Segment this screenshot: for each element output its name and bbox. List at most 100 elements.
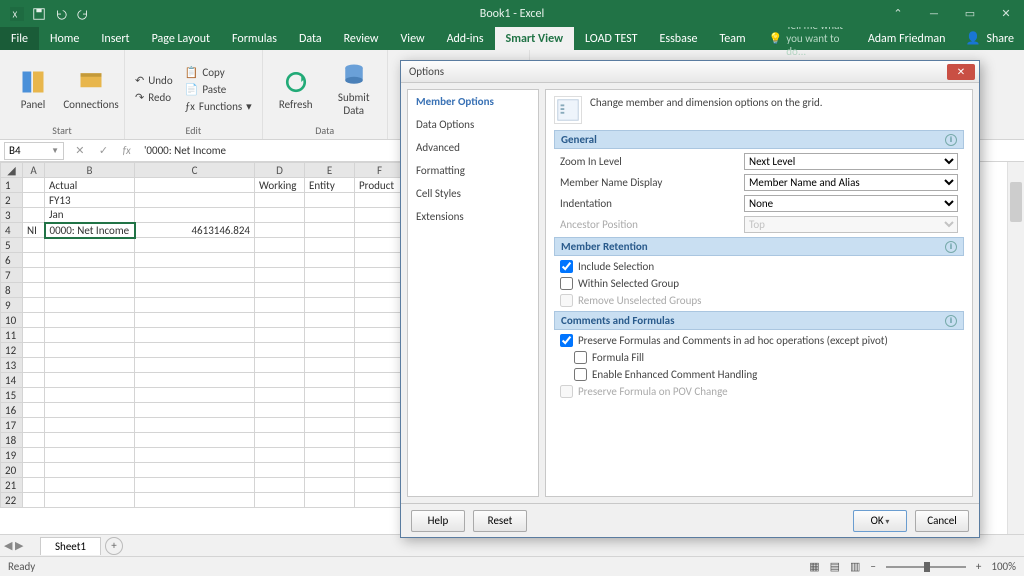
enhanced-comment-checkbox[interactable] — [574, 368, 587, 381]
tab-team[interactable]: Team — [708, 27, 756, 50]
row-header[interactable]: 7 — [1, 268, 23, 283]
cell[interactable] — [305, 418, 355, 433]
tab-smart-view[interactable]: Smart View — [495, 27, 574, 50]
tab-view[interactable]: View — [390, 27, 436, 50]
undo-icon[interactable] — [54, 7, 68, 21]
paste-button[interactable]: 📄Paste — [181, 82, 256, 97]
tab-insert[interactable]: Insert — [90, 27, 140, 50]
col-header[interactable]: A — [23, 163, 45, 178]
cell[interactable] — [23, 268, 45, 283]
cell[interactable] — [45, 358, 135, 373]
cell[interactable] — [305, 268, 355, 283]
row-header[interactable]: 4 — [1, 223, 23, 238]
cell[interactable]: NI — [23, 223, 45, 238]
member-display-select[interactable]: Member Name and Alias — [744, 174, 958, 191]
active-cell[interactable]: 0000: Net Income — [45, 223, 135, 238]
nav-cell-styles[interactable]: Cell Styles — [408, 182, 538, 205]
row-header[interactable]: 14 — [1, 373, 23, 388]
cell[interactable] — [135, 373, 255, 388]
cell[interactable] — [135, 283, 255, 298]
cell[interactable] — [355, 433, 405, 448]
cell[interactable] — [135, 328, 255, 343]
copy-button[interactable]: 📋Copy — [181, 65, 256, 80]
within-group-checkbox[interactable] — [560, 277, 573, 290]
cell[interactable] — [255, 313, 305, 328]
indentation-select[interactable]: None — [744, 195, 958, 212]
nav-formatting[interactable]: Formatting — [408, 159, 538, 182]
cell[interactable] — [255, 268, 305, 283]
cell[interactable] — [305, 193, 355, 208]
cell[interactable] — [23, 328, 45, 343]
row-header[interactable]: 15 — [1, 388, 23, 403]
cell[interactable] — [305, 298, 355, 313]
redo-icon[interactable] — [76, 7, 90, 21]
row-header[interactable]: 1 — [1, 178, 23, 193]
cell[interactable] — [255, 433, 305, 448]
share-button[interactable]: 👤Share — [955, 27, 1024, 50]
cell[interactable] — [255, 328, 305, 343]
nav-extensions[interactable]: Extensions — [408, 205, 538, 228]
cell[interactable]: Product — [355, 178, 405, 193]
dialog-titlebar[interactable]: Options ✕ — [401, 61, 979, 83]
save-icon[interactable] — [32, 7, 46, 21]
cell[interactable] — [305, 478, 355, 493]
cancel-icon[interactable]: ✕ — [75, 144, 84, 157]
cell[interactable] — [355, 478, 405, 493]
cell[interactable] — [355, 418, 405, 433]
redo-button[interactable]: ↷Redo — [131, 90, 177, 105]
panel-button[interactable]: Panel — [6, 54, 60, 124]
cell[interactable] — [355, 313, 405, 328]
row-header[interactable]: 19 — [1, 448, 23, 463]
cell[interactable] — [45, 343, 135, 358]
zoom-out-icon[interactable]: − — [870, 560, 875, 573]
formula-fill-checkbox[interactable] — [574, 351, 587, 364]
cell[interactable] — [305, 313, 355, 328]
sheet-nav[interactable]: ◀ ▶ — [4, 539, 23, 552]
cell[interactable] — [355, 208, 405, 223]
cell[interactable] — [255, 193, 305, 208]
cell[interactable] — [355, 388, 405, 403]
refresh-button[interactable]: Refresh — [269, 54, 323, 124]
zoom-thumb[interactable] — [924, 562, 930, 572]
tell-me-search[interactable]: 💡 Tell me what you want to do... — [757, 27, 858, 50]
tab-data[interactable]: Data — [288, 27, 333, 50]
cell[interactable] — [135, 298, 255, 313]
row-header[interactable]: 5 — [1, 238, 23, 253]
cell[interactable] — [23, 313, 45, 328]
cell[interactable] — [305, 433, 355, 448]
row-header[interactable]: 22 — [1, 493, 23, 508]
cell[interactable] — [255, 448, 305, 463]
cell[interactable] — [305, 223, 355, 238]
cell[interactable] — [45, 268, 135, 283]
cell[interactable] — [45, 463, 135, 478]
cell[interactable] — [355, 493, 405, 508]
cell[interactable] — [305, 493, 355, 508]
cell[interactable] — [135, 388, 255, 403]
cell[interactable] — [355, 463, 405, 478]
tab-review[interactable]: Review — [333, 27, 390, 50]
cell[interactable] — [23, 253, 45, 268]
cell[interactable] — [135, 238, 255, 253]
cell[interactable] — [45, 373, 135, 388]
cell[interactable] — [255, 253, 305, 268]
name-box[interactable]: B4▼ — [4, 142, 64, 160]
cell[interactable] — [305, 253, 355, 268]
connections-button[interactable]: Connections — [64, 54, 118, 124]
cell[interactable] — [135, 208, 255, 223]
cell[interactable] — [45, 253, 135, 268]
cell[interactable] — [23, 343, 45, 358]
info-icon[interactable]: i — [945, 134, 957, 146]
cell[interactable] — [23, 373, 45, 388]
cell[interactable] — [355, 283, 405, 298]
cancel-button[interactable]: Cancel — [915, 510, 969, 532]
maximize-icon[interactable]: ▭ — [952, 0, 988, 27]
cell[interactable]: Entity — [305, 178, 355, 193]
nav-member-options[interactable]: Member Options — [408, 90, 538, 113]
cell[interactable] — [255, 238, 305, 253]
cell[interactable] — [135, 493, 255, 508]
cell[interactable] — [255, 403, 305, 418]
info-icon[interactable]: i — [945, 315, 957, 327]
close-icon[interactable]: ✕ — [988, 0, 1024, 27]
add-sheet-button[interactable]: + — [105, 537, 123, 555]
cell[interactable] — [23, 463, 45, 478]
